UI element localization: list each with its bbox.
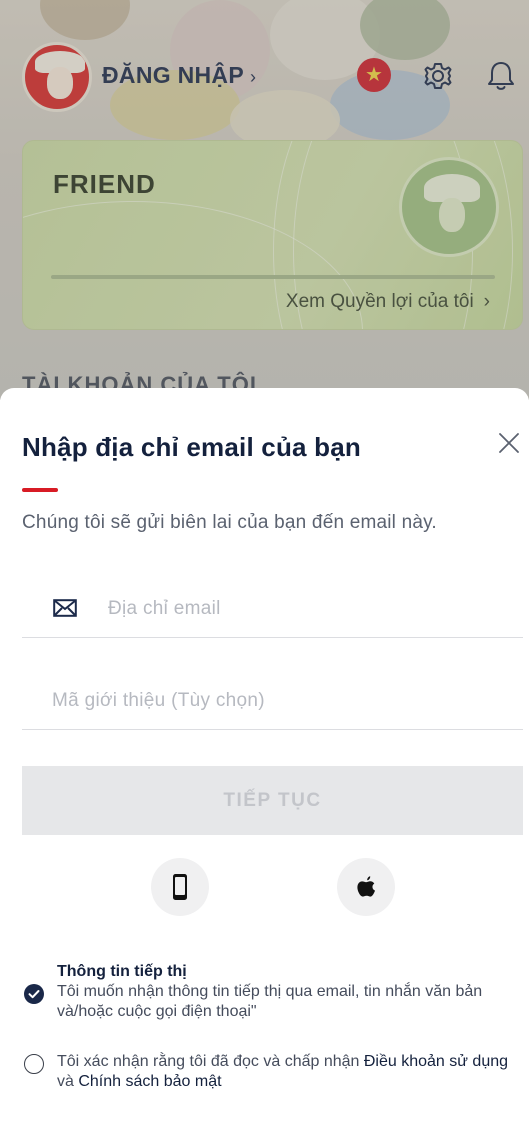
terms-checkbox[interactable] (24, 1054, 44, 1074)
sheet-title: Nhập địa chỉ email của bạn (22, 432, 361, 462)
checkmark-icon (28, 990, 40, 999)
marketing-consent-text: Tôi muốn nhận thông tin tiếp thị qua ema… (57, 983, 483, 1020)
terms-and: và (57, 1073, 79, 1090)
email-bottom-sheet: Nhập địa chỉ email của bạn Chúng tôi sẽ … (0, 388, 529, 1147)
terms-prefix: Tôi xác nhận rằng tôi đã đọc và chấp nhậ… (57, 1053, 364, 1070)
apple-icon (357, 876, 375, 897)
referral-code-input[interactable] (52, 686, 452, 716)
terms-consent-body: Tôi xác nhận rằng tôi đã đọc và chấp nhậ… (57, 1052, 527, 1092)
continue-button[interactable]: TIẾP TỤC (22, 766, 523, 835)
marketing-consent-title: Thông tin tiếp thị (57, 963, 187, 980)
mail-icon (53, 599, 77, 617)
terms-of-use-link[interactable]: Điều khoản sử dụng (364, 1053, 508, 1070)
email-input[interactable] (108, 594, 508, 624)
apple-login-button[interactable] (337, 858, 395, 916)
phone-icon (173, 874, 187, 900)
background-screen: ĐĂNG NHẬP › ★ FRIEND Xem Quyền lợi của tô… (0, 0, 529, 400)
close-icon[interactable] (496, 430, 522, 456)
marketing-consent-body: Thông tin tiếp thị Tôi muốn nhận thông t… (57, 962, 527, 1022)
marketing-checkbox[interactable] (24, 984, 44, 1004)
terms-consent-text: Tôi xác nhận rằng tôi đã đọc và chấp nhậ… (57, 1052, 527, 1092)
phone-login-button[interactable] (151, 858, 209, 916)
referral-code-field (22, 666, 523, 730)
sheet-subtitle: Chúng tôi sẽ gửi biên lai của bạn đến em… (22, 512, 437, 533)
privacy-policy-link[interactable]: Chính sách bảo mật (78, 1073, 221, 1090)
title-accent-bar (22, 488, 58, 492)
email-field (22, 574, 523, 638)
modal-overlay[interactable] (0, 0, 529, 400)
